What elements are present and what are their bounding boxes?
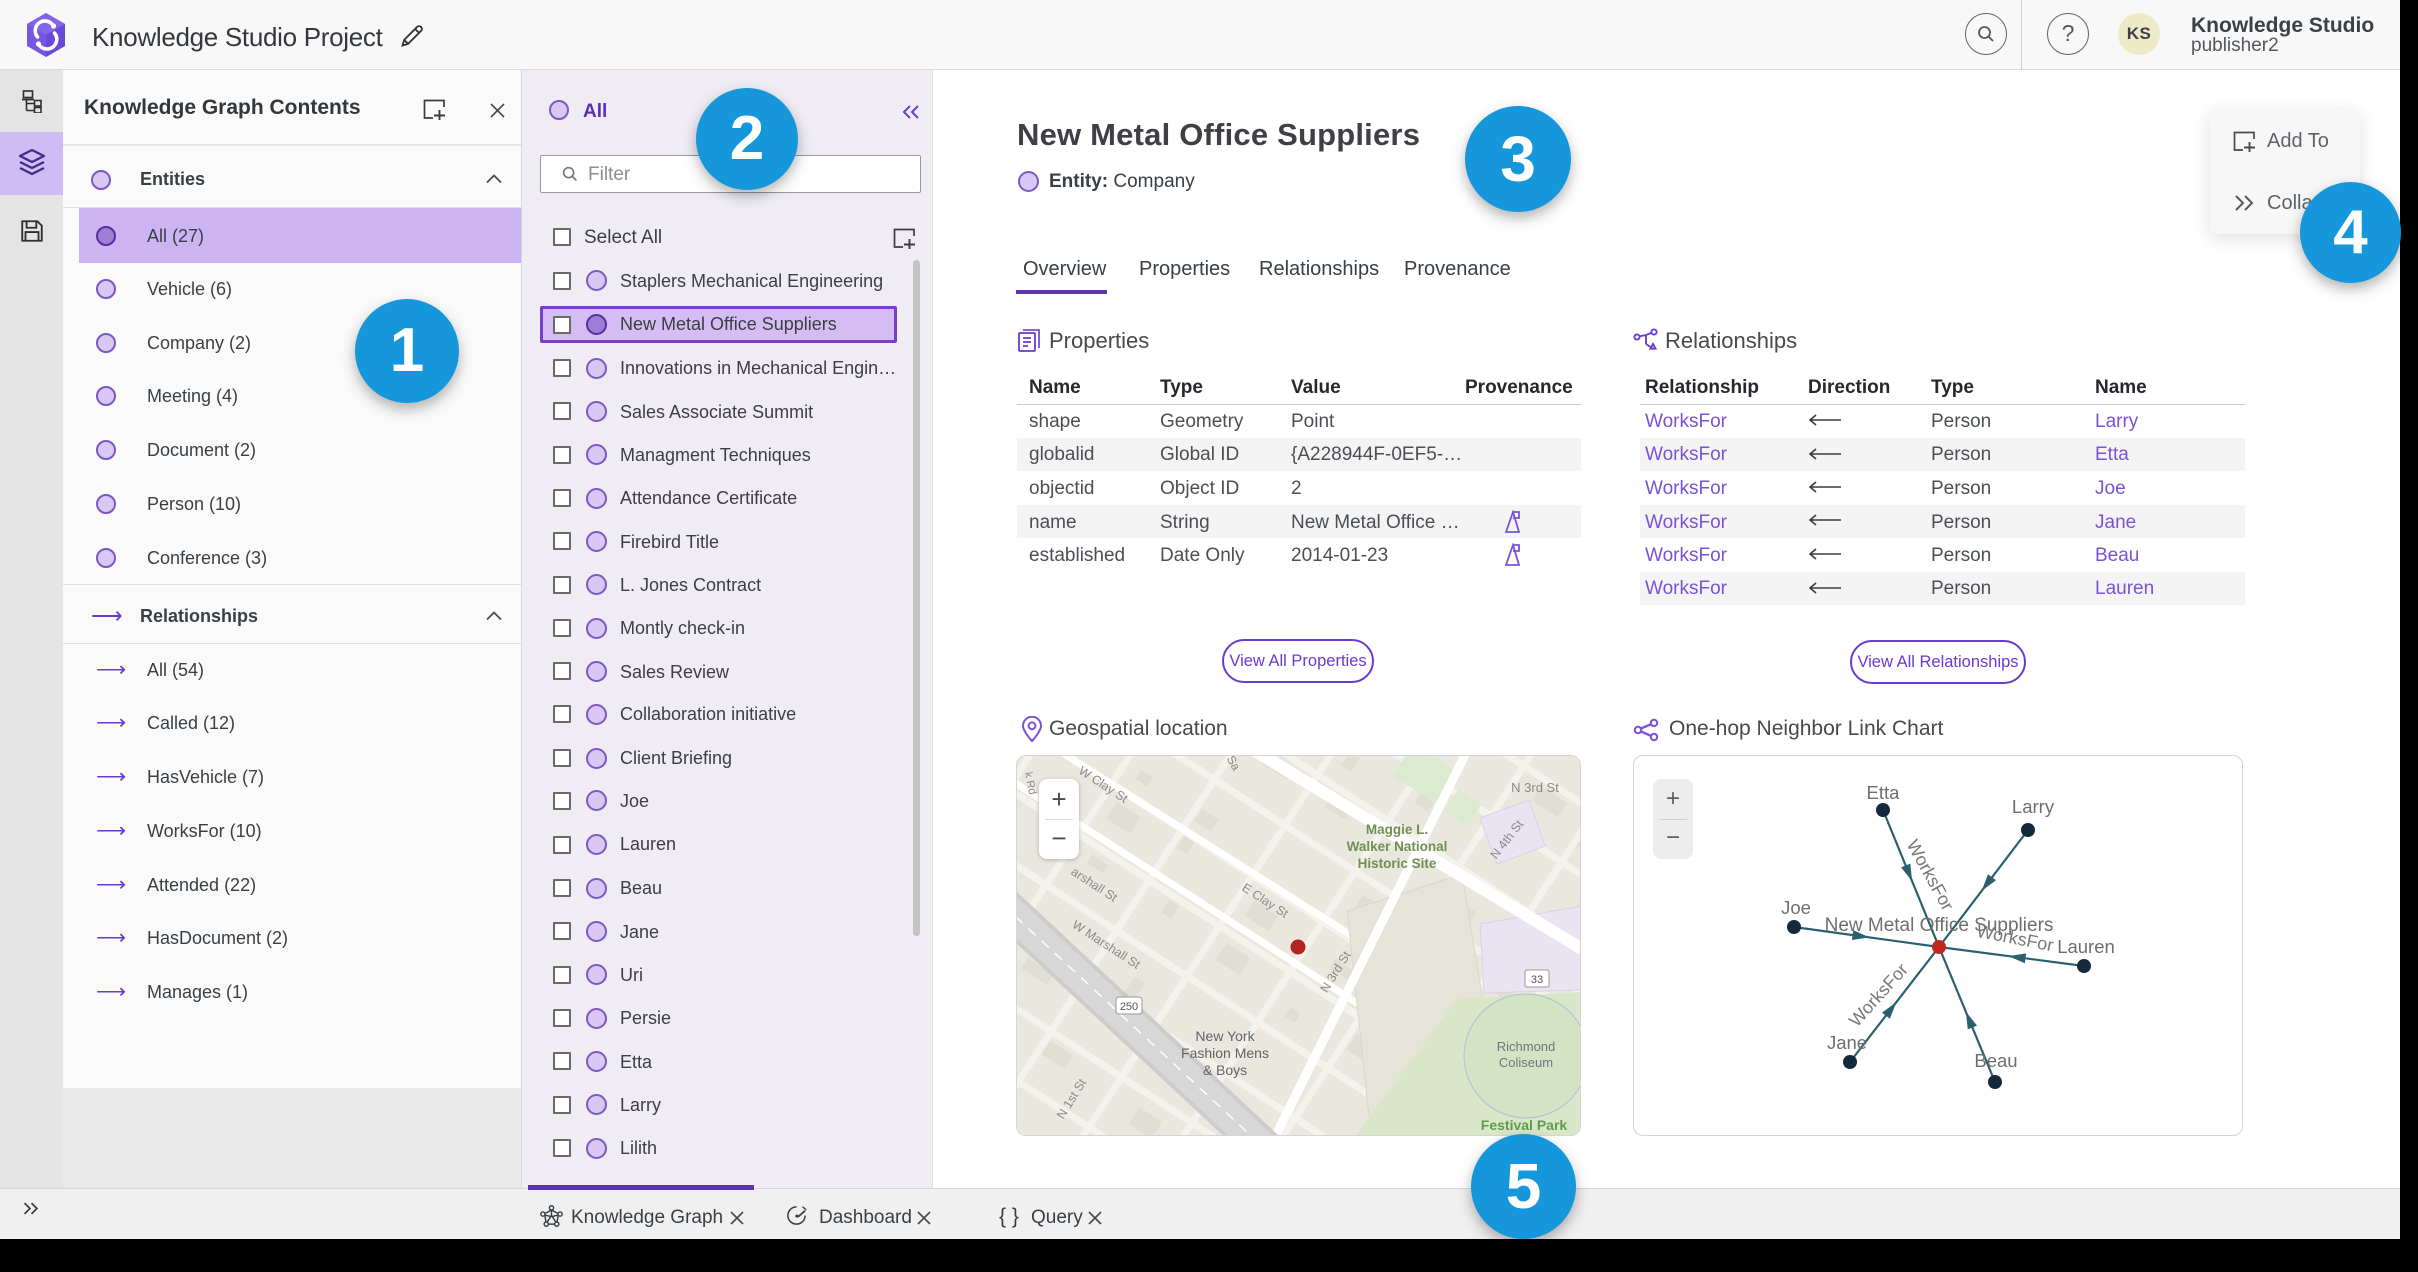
svg-text:Festival Park: Festival Park [1481,1117,1568,1133]
svg-text:Lauren: Lauren [2057,936,2115,957]
svg-text:250: 250 [1120,1001,1138,1013]
svg-text:Beau: Beau [1974,1050,2017,1071]
svg-text:Maggie L.: Maggie L. [1366,822,1428,837]
svg-text:Larry: Larry [2012,796,2055,817]
svg-text:& Boys: & Boys [1203,1062,1247,1078]
svg-text:Richmond: Richmond [1497,1039,1556,1054]
svg-text:33: 33 [1531,974,1543,986]
svg-text:N 3rd St: N 3rd St [1511,780,1559,795]
svg-text:Etta: Etta [1867,782,1901,803]
svg-text:Joe: Joe [1781,897,1811,918]
svg-text:New York: New York [1195,1028,1255,1044]
svg-text:Walker National: Walker National [1347,839,1448,854]
svg-text:Historic Site: Historic Site [1358,856,1437,871]
svg-text:Jane: Jane [1827,1032,1867,1053]
svg-text:Coliseum: Coliseum [1499,1055,1553,1070]
svg-text:Fashion Mens: Fashion Mens [1181,1045,1269,1061]
